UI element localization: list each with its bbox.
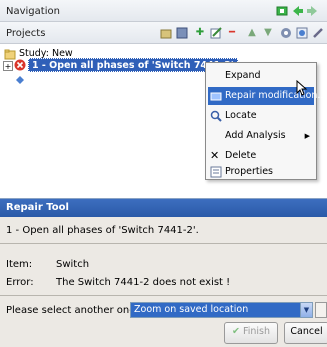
locate-icon	[210, 110, 222, 122]
error-icon	[14, 59, 26, 71]
settings-icon[interactable]	[280, 27, 292, 39]
menu-add-analysis[interactable]: Add Analysis ▶	[208, 127, 314, 145]
projects-title: Projects	[6, 28, 46, 39]
repair-icon	[210, 90, 222, 102]
move-up-icon[interactable]: ▲	[246, 27, 258, 39]
submenu-arrow-icon: ▶	[304, 132, 310, 140]
analysis-icon[interactable]	[296, 27, 308, 39]
add-icon[interactable]: ✚	[194, 27, 206, 39]
nav-home-icon[interactable]	[276, 5, 288, 17]
check-icon: ✔	[231, 326, 240, 337]
modification-icon	[14, 74, 26, 86]
save-icon[interactable]	[176, 27, 188, 39]
finish-button[interactable]: ✔ Finish	[224, 322, 278, 344]
cancel-button[interactable]: Cancel	[284, 322, 327, 344]
properties-icon	[210, 166, 222, 178]
dialog-description: 1 - Open all phases of 'Switch 7441-2'.	[6, 225, 199, 236]
divider	[0, 295, 327, 296]
mouse-cursor-icon	[296, 79, 308, 96]
expand-toggle-icon[interactable]: +	[3, 61, 13, 71]
dropdown-arrow-icon[interactable]: ▼	[300, 302, 313, 318]
projects-bar: Projects ✚ ━ ▲ ▼	[0, 22, 327, 44]
item-value: Switch	[56, 259, 90, 270]
edit-icon[interactable]	[210, 27, 222, 39]
nav-back-icon[interactable]	[292, 5, 304, 17]
location-select[interactable]: Zoom on saved location	[130, 302, 312, 318]
nav-forward-icon[interactable]	[306, 5, 318, 17]
divider	[0, 243, 327, 244]
item-label: Item:	[6, 259, 33, 270]
error-value: The Switch 7441-2 does not exist !	[56, 277, 231, 288]
extra-button[interactable]	[315, 302, 327, 318]
remove-icon[interactable]: ━	[226, 27, 238, 39]
navigation-title: Navigation	[6, 6, 60, 17]
location-select-value: Zoom on saved location	[134, 304, 249, 315]
menu-locate[interactable]: Locate	[208, 107, 314, 125]
repair-tool-dialog: Repair Tool 1 - Open all phases of 'Swit…	[0, 198, 327, 347]
tools-icon[interactable]	[312, 27, 324, 39]
open-icon[interactable]	[160, 27, 172, 39]
navigation-bar: Navigation	[0, 0, 327, 22]
menu-properties[interactable]: Properties	[208, 163, 314, 181]
select-label: Please select another one:	[6, 305, 139, 316]
move-down-icon[interactable]: ▼	[262, 27, 274, 39]
error-label: Error:	[6, 277, 34, 288]
dialog-title: Repair Tool	[0, 199, 327, 217]
delete-icon: ✕	[210, 149, 220, 162]
